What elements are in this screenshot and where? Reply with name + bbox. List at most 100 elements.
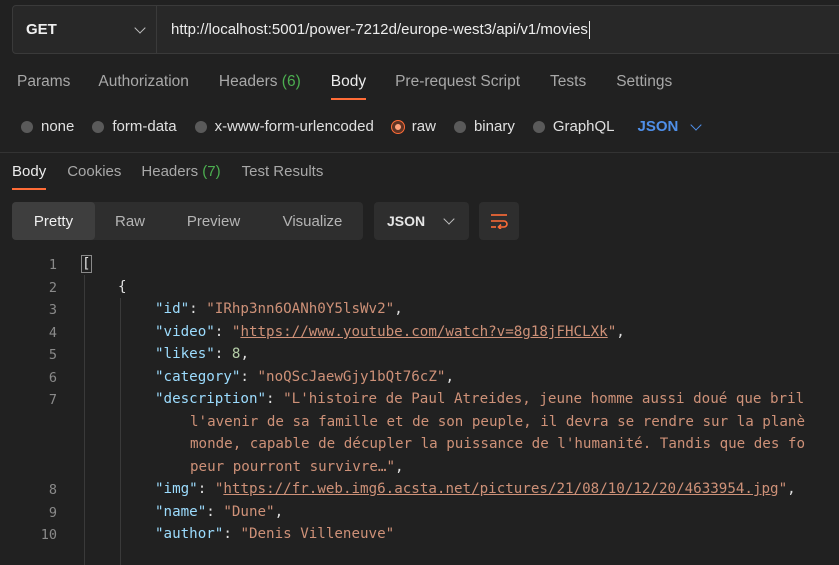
json-string: "L'histoire de Paul Atreides, jeune homm…: [283, 391, 805, 407]
request-bar: GET http://localhost:5001/power-7212d/eu…: [12, 5, 839, 54]
tab-label: Tests: [550, 73, 587, 90]
radio-graphql[interactable]: GraphQL: [532, 118, 615, 135]
json-string: monde, capable de décupler la puissance …: [190, 436, 805, 452]
img-link[interactable]: https://fr.web.img6.acsta.net/pictures/2…: [223, 481, 778, 497]
tab-body[interactable]: Body: [330, 73, 367, 100]
tab-params[interactable]: Params: [17, 73, 70, 91]
response-tab-body[interactable]: Body: [12, 163, 47, 190]
radio-form-data[interactable]: form-data: [92, 118, 177, 135]
json-string: "noQScJaewGjy1bQt76cZ": [257, 369, 446, 385]
code-line-5: "likes": 8,: [155, 346, 249, 362]
indent-guide: [120, 298, 121, 565]
view-preview-button[interactable]: Preview: [165, 202, 262, 240]
tab-pre-request-script[interactable]: Pre-request Script: [395, 73, 520, 91]
chevron-down-icon: [443, 213, 455, 225]
headers-count: (7): [202, 163, 221, 180]
line-number: 6: [48, 370, 57, 386]
radio-icon: [532, 120, 545, 133]
json-key: "name": [155, 504, 207, 520]
wrap-lines-button[interactable]: [479, 202, 519, 240]
code-line-7-wrap-2: monde, capable de décupler la puissance …: [190, 436, 805, 452]
line-number: 2: [48, 280, 57, 296]
response-tab-cookies[interactable]: Cookies: [67, 163, 121, 180]
radio-label: GraphQL: [552, 118, 615, 135]
method-select[interactable]: GET: [13, 6, 157, 53]
radio-label: binary: [473, 118, 515, 135]
code-line-3: "id": "IRhp3nn6OANh0Y5lsWv2",: [155, 301, 403, 317]
json-string: "Dune": [223, 504, 275, 520]
tab-headers[interactable]: Headers (6): [219, 73, 301, 91]
code-line-4: "video": "https://www.youtube.com/watch?…: [155, 324, 625, 340]
radio-icon: [92, 120, 105, 133]
url-input[interactable]: http://localhost:5001/power-7212d/europe…: [157, 6, 839, 53]
json-key: "video": [155, 324, 215, 340]
line-number: 8: [48, 482, 57, 498]
radio-binary[interactable]: binary: [453, 118, 515, 135]
view-raw-button[interactable]: Raw: [95, 202, 165, 240]
response-format-label: JSON: [387, 213, 426, 229]
view-mode-label: Visualize: [282, 212, 343, 230]
view-mode-label: Raw: [114, 212, 145, 230]
view-mode-label: Preview: [186, 212, 241, 230]
radio-raw[interactable]: raw: [391, 118, 436, 135]
tab-label: Params: [17, 73, 71, 90]
json-key: "likes": [155, 346, 215, 362]
radio-x-www-form-urlencoded[interactable]: x-www-form-urlencoded: [194, 118, 374, 135]
radio-icon: [194, 120, 207, 133]
tab-tests[interactable]: Tests: [550, 73, 586, 91]
json-key: "id": [155, 301, 190, 317]
tab-label: Body: [12, 163, 47, 180]
body-format-dropdown[interactable]: JSON: [637, 118, 703, 135]
radio-label: raw: [411, 118, 436, 135]
open-object-brace: {: [118, 279, 127, 295]
response-tab-headers[interactable]: Headers (7): [141, 163, 220, 180]
tab-authorization[interactable]: Authorization: [98, 73, 188, 91]
tab-label: Body: [330, 73, 367, 90]
response-format-dropdown[interactable]: JSON: [374, 202, 469, 240]
json-number: 8: [231, 346, 241, 362]
code-line-6: "category": "noQScJaewGjy1bQt76cZ",: [155, 369, 454, 385]
radio-label: form-data: [112, 118, 177, 135]
view-visualize-button[interactable]: Visualize: [262, 202, 363, 240]
json-string: l'avenir de sa famille et de son peuple,…: [190, 414, 805, 430]
divider: [0, 152, 839, 153]
indent-guide: [84, 275, 85, 565]
view-pretty-button[interactable]: Pretty: [12, 202, 95, 240]
code-line-8: "img": "https://fr.web.img6.acsta.net/pi…: [155, 481, 796, 497]
json-key: "category": [155, 369, 241, 385]
radio-none[interactable]: none: [21, 118, 74, 135]
response-tabs: Body Cookies Headers (7) Test Results: [12, 163, 324, 190]
json-key: "author": [155, 526, 224, 542]
body-type-options: none form-data x-www-form-urlencoded raw…: [21, 118, 703, 135]
json-string: peur pourront survivre…": [190, 459, 395, 475]
json-string: "IRhp3nn6OANh0Y5lsWv2": [206, 301, 395, 317]
line-number: 1: [48, 257, 57, 273]
radio-icon: [453, 120, 466, 133]
tab-label: Settings: [616, 73, 673, 90]
line-number: 3: [48, 302, 57, 318]
line-number: 9: [48, 505, 57, 521]
video-link[interactable]: https://www.youtube.com/watch?v=8g18jFHC…: [240, 324, 607, 340]
text-cursor: [588, 20, 590, 39]
tab-label: Test Results: [241, 163, 324, 180]
body-format-label: JSON: [637, 118, 679, 135]
response-tab-test-results[interactable]: Test Results: [242, 163, 324, 180]
tab-settings[interactable]: Settings: [616, 73, 672, 91]
tab-label: Headers: [141, 163, 199, 180]
json-key: "img": [155, 481, 198, 497]
headers-count: (6): [281, 73, 301, 90]
tab-label: Pre-request Script: [395, 73, 521, 90]
code-line-1: [: [81, 255, 92, 273]
line-number: 10: [40, 527, 57, 543]
code-line-9: "name": "Dune",: [155, 504, 284, 520]
tab-label: Headers: [218, 73, 278, 90]
line-number: 4: [48, 325, 57, 341]
radio-label: none: [41, 118, 75, 135]
code-line-7: "description": "L'histoire de Paul Atrei…: [155, 391, 805, 407]
wrap-lines-icon: [491, 214, 508, 229]
json-string: "Denis Villeneuve": [240, 526, 395, 542]
code-line-7-wrap-3: peur pourront survivre…",: [190, 459, 404, 475]
chevron-down-icon: [134, 21, 146, 34]
method-label: GET: [26, 21, 57, 38]
code-line-7-wrap-1: l'avenir de sa famille et de son peuple,…: [190, 414, 805, 430]
